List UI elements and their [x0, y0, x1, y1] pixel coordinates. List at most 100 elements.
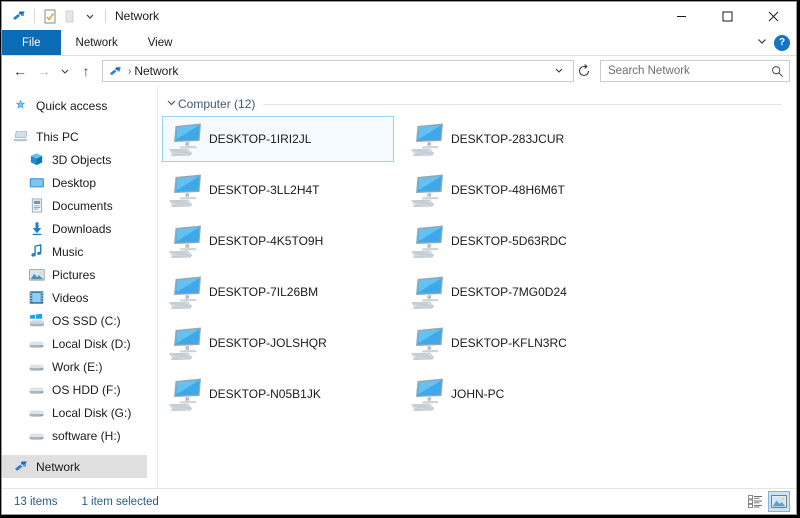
search-icon [772, 65, 784, 77]
sidebar-item-this-pc[interactable]: This PC [2, 125, 157, 148]
sidebar-item-label: Downloads [52, 221, 112, 236]
computer-icon [163, 321, 209, 365]
computer-list-item[interactable]: DESKTOP-JOLSHQR [162, 320, 394, 366]
computer-list-item[interactable]: DESKTOP-5D63RDC [404, 218, 636, 264]
computer-name-label: DESKTOP-JOLSHQR [209, 336, 327, 350]
navigation-pane: Quick access This PC 3D Objects Desktop Docu… [2, 86, 157, 488]
sidebar-item-desktop[interactable]: Desktop [2, 171, 157, 194]
item-count-label: 13 items [14, 495, 58, 508]
new-folder-icon[interactable] [60, 6, 80, 26]
computer-name-label: JOHN-PC [451, 387, 505, 401]
maximize-button[interactable] [704, 2, 750, 30]
details-view-button[interactable] [744, 491, 766, 512]
quick-access-toolbar: Network [2, 6, 159, 26]
minimize-button[interactable] [658, 2, 704, 30]
videos-icon [28, 289, 45, 306]
computer-icon [405, 321, 451, 365]
computer-icon [405, 219, 451, 263]
sidebar-item-quick-access[interactable]: Quick access [2, 94, 157, 117]
tab-network[interactable]: Network [61, 30, 133, 55]
search-box[interactable] [600, 60, 790, 82]
large-icons-view-button[interactable] [768, 491, 790, 512]
sidebar-item-label: Work (E:) [52, 359, 103, 374]
sidebar-item-software-h[interactable]: software (H:) [2, 424, 157, 447]
computer-name-label: DESKTOP-7IL26BM [209, 285, 319, 299]
computer-name-label: DESKTOP-48H6M6T [451, 183, 565, 197]
network-icon [12, 458, 29, 475]
window-title: Network [115, 9, 160, 23]
sidebar-item-music[interactable]: Music [2, 240, 157, 263]
content-pane[interactable]: Computer (12) DESKTOP-1IRI2JL DESKTOP-283… [157, 86, 796, 488]
breadcrumb-path[interactable]: Network [134, 64, 178, 78]
computer-name-label: DESKTOP-3LL2H4T [209, 183, 320, 197]
up-button[interactable]: ↑ [74, 59, 98, 83]
sidebar-item-pictures[interactable]: Pictures [2, 263, 157, 286]
ribbon-tab-bar: File Network View ? [2, 30, 796, 56]
computer-list-item[interactable]: DESKTOP-N05B1JK [162, 371, 394, 417]
breadcrumb[interactable]: › Network [102, 60, 574, 82]
nav-gap [2, 447, 157, 455]
computer-list-item[interactable]: DESKTOP-283JCUR [404, 116, 636, 162]
computer-icon [163, 270, 209, 314]
computer-name-label: DESKTOP-1IRI2JL [209, 132, 312, 146]
sidebar-item-os-hdd-f[interactable]: OS HDD (F:) [2, 378, 157, 401]
forward-button[interactable]: → [32, 59, 56, 83]
sidebar-item-videos[interactable]: Videos [2, 286, 157, 309]
computer-name-label: DESKTOP-283JCUR [451, 132, 565, 146]
sidebar-item-os-ssd-c[interactable]: OS SSD (C:) [2, 309, 157, 332]
computer-name-label: DESKTOP-KFLN3RC [451, 336, 567, 350]
sidebar-item-label: Local Disk (G:) [52, 405, 132, 420]
group-header-computer[interactable]: Computer (12) [164, 94, 796, 114]
computer-list-item[interactable]: DESKTOP-KFLN3RC [404, 320, 636, 366]
close-button[interactable] [750, 2, 796, 30]
computer-list-item[interactable]: DESKTOP-4K5TO9H [162, 218, 394, 264]
search-input[interactable] [606, 64, 771, 78]
computer-list-item[interactable]: DESKTOP-48H6M6T [404, 167, 636, 213]
group-label: Computer (12) [178, 97, 256, 111]
sidebar-item-documents[interactable]: Documents [2, 194, 157, 217]
window-controls [658, 2, 796, 30]
back-button[interactable]: ← [8, 59, 32, 83]
sidebar-item-work-e[interactable]: Work (E:) [2, 355, 157, 378]
pictures-icon [28, 266, 45, 283]
drive-icon [28, 335, 45, 352]
computer-list-item[interactable]: JOHN-PC [404, 371, 636, 417]
computer-list-item[interactable]: DESKTOP-3LL2H4T [162, 167, 394, 213]
recent-locations-chevron-icon[interactable] [56, 59, 74, 83]
this-pc-icon [12, 128, 29, 145]
computer-icon [163, 168, 209, 212]
network-icon[interactable] [9, 6, 29, 26]
properties-icon[interactable] [40, 6, 60, 26]
ribbon-actions: ? [756, 30, 790, 55]
refresh-button[interactable] [574, 60, 594, 82]
sidebar-item-network[interactable]: Network [2, 455, 147, 478]
sidebar-item-label: Pictures [52, 267, 96, 282]
sidebar-item-downloads[interactable]: Downloads [2, 217, 157, 240]
sidebar-item-label: Quick access [36, 98, 108, 113]
computer-list-item[interactable]: DESKTOP-7IL26BM [162, 269, 394, 315]
computer-icon [163, 117, 209, 161]
drive-icon [28, 404, 45, 421]
explorer-body: Quick access This PC 3D Objects Desktop Docu… [2, 86, 796, 488]
status-bar: 13 items 1 item selected [2, 488, 796, 514]
breadcrumb-dropdown-chevron-icon[interactable] [549, 65, 569, 78]
ribbon-collapse-chevron-icon[interactable] [756, 34, 768, 52]
sidebar-item-label: OS SSD (C:) [52, 313, 121, 328]
file-explorer-window: Network File Network View ? ← → ↑ › Netw… [1, 1, 797, 515]
tab-file[interactable]: File [2, 30, 61, 55]
help-icon[interactable]: ? [774, 34, 790, 51]
customize-chevron-icon[interactable] [80, 6, 100, 26]
computer-list-item[interactable]: DESKTOP-1IRI2JL [162, 116, 394, 162]
sidebar-item-label: OS HDD (F:) [52, 382, 121, 397]
computer-name-label: DESKTOP-4K5TO9H [209, 234, 324, 248]
title-divider [105, 9, 106, 23]
sidebar-item-local-disk-d[interactable]: Local Disk (D:) [2, 332, 157, 355]
drive-icon [28, 381, 45, 398]
computer-list-item[interactable]: DESKTOP-7MG0D24 [404, 269, 636, 315]
group-collapse-chevron-icon[interactable] [164, 97, 178, 111]
tab-view[interactable]: View [133, 30, 188, 55]
sidebar-item-3d-objects[interactable]: 3D Objects [2, 148, 157, 171]
3d-objects-icon [28, 151, 45, 168]
items-grid: DESKTOP-1IRI2JL DESKTOP-283JCUR DESKTOP-3L… [158, 116, 796, 411]
sidebar-item-local-disk-g[interactable]: Local Disk (G:) [2, 401, 157, 424]
